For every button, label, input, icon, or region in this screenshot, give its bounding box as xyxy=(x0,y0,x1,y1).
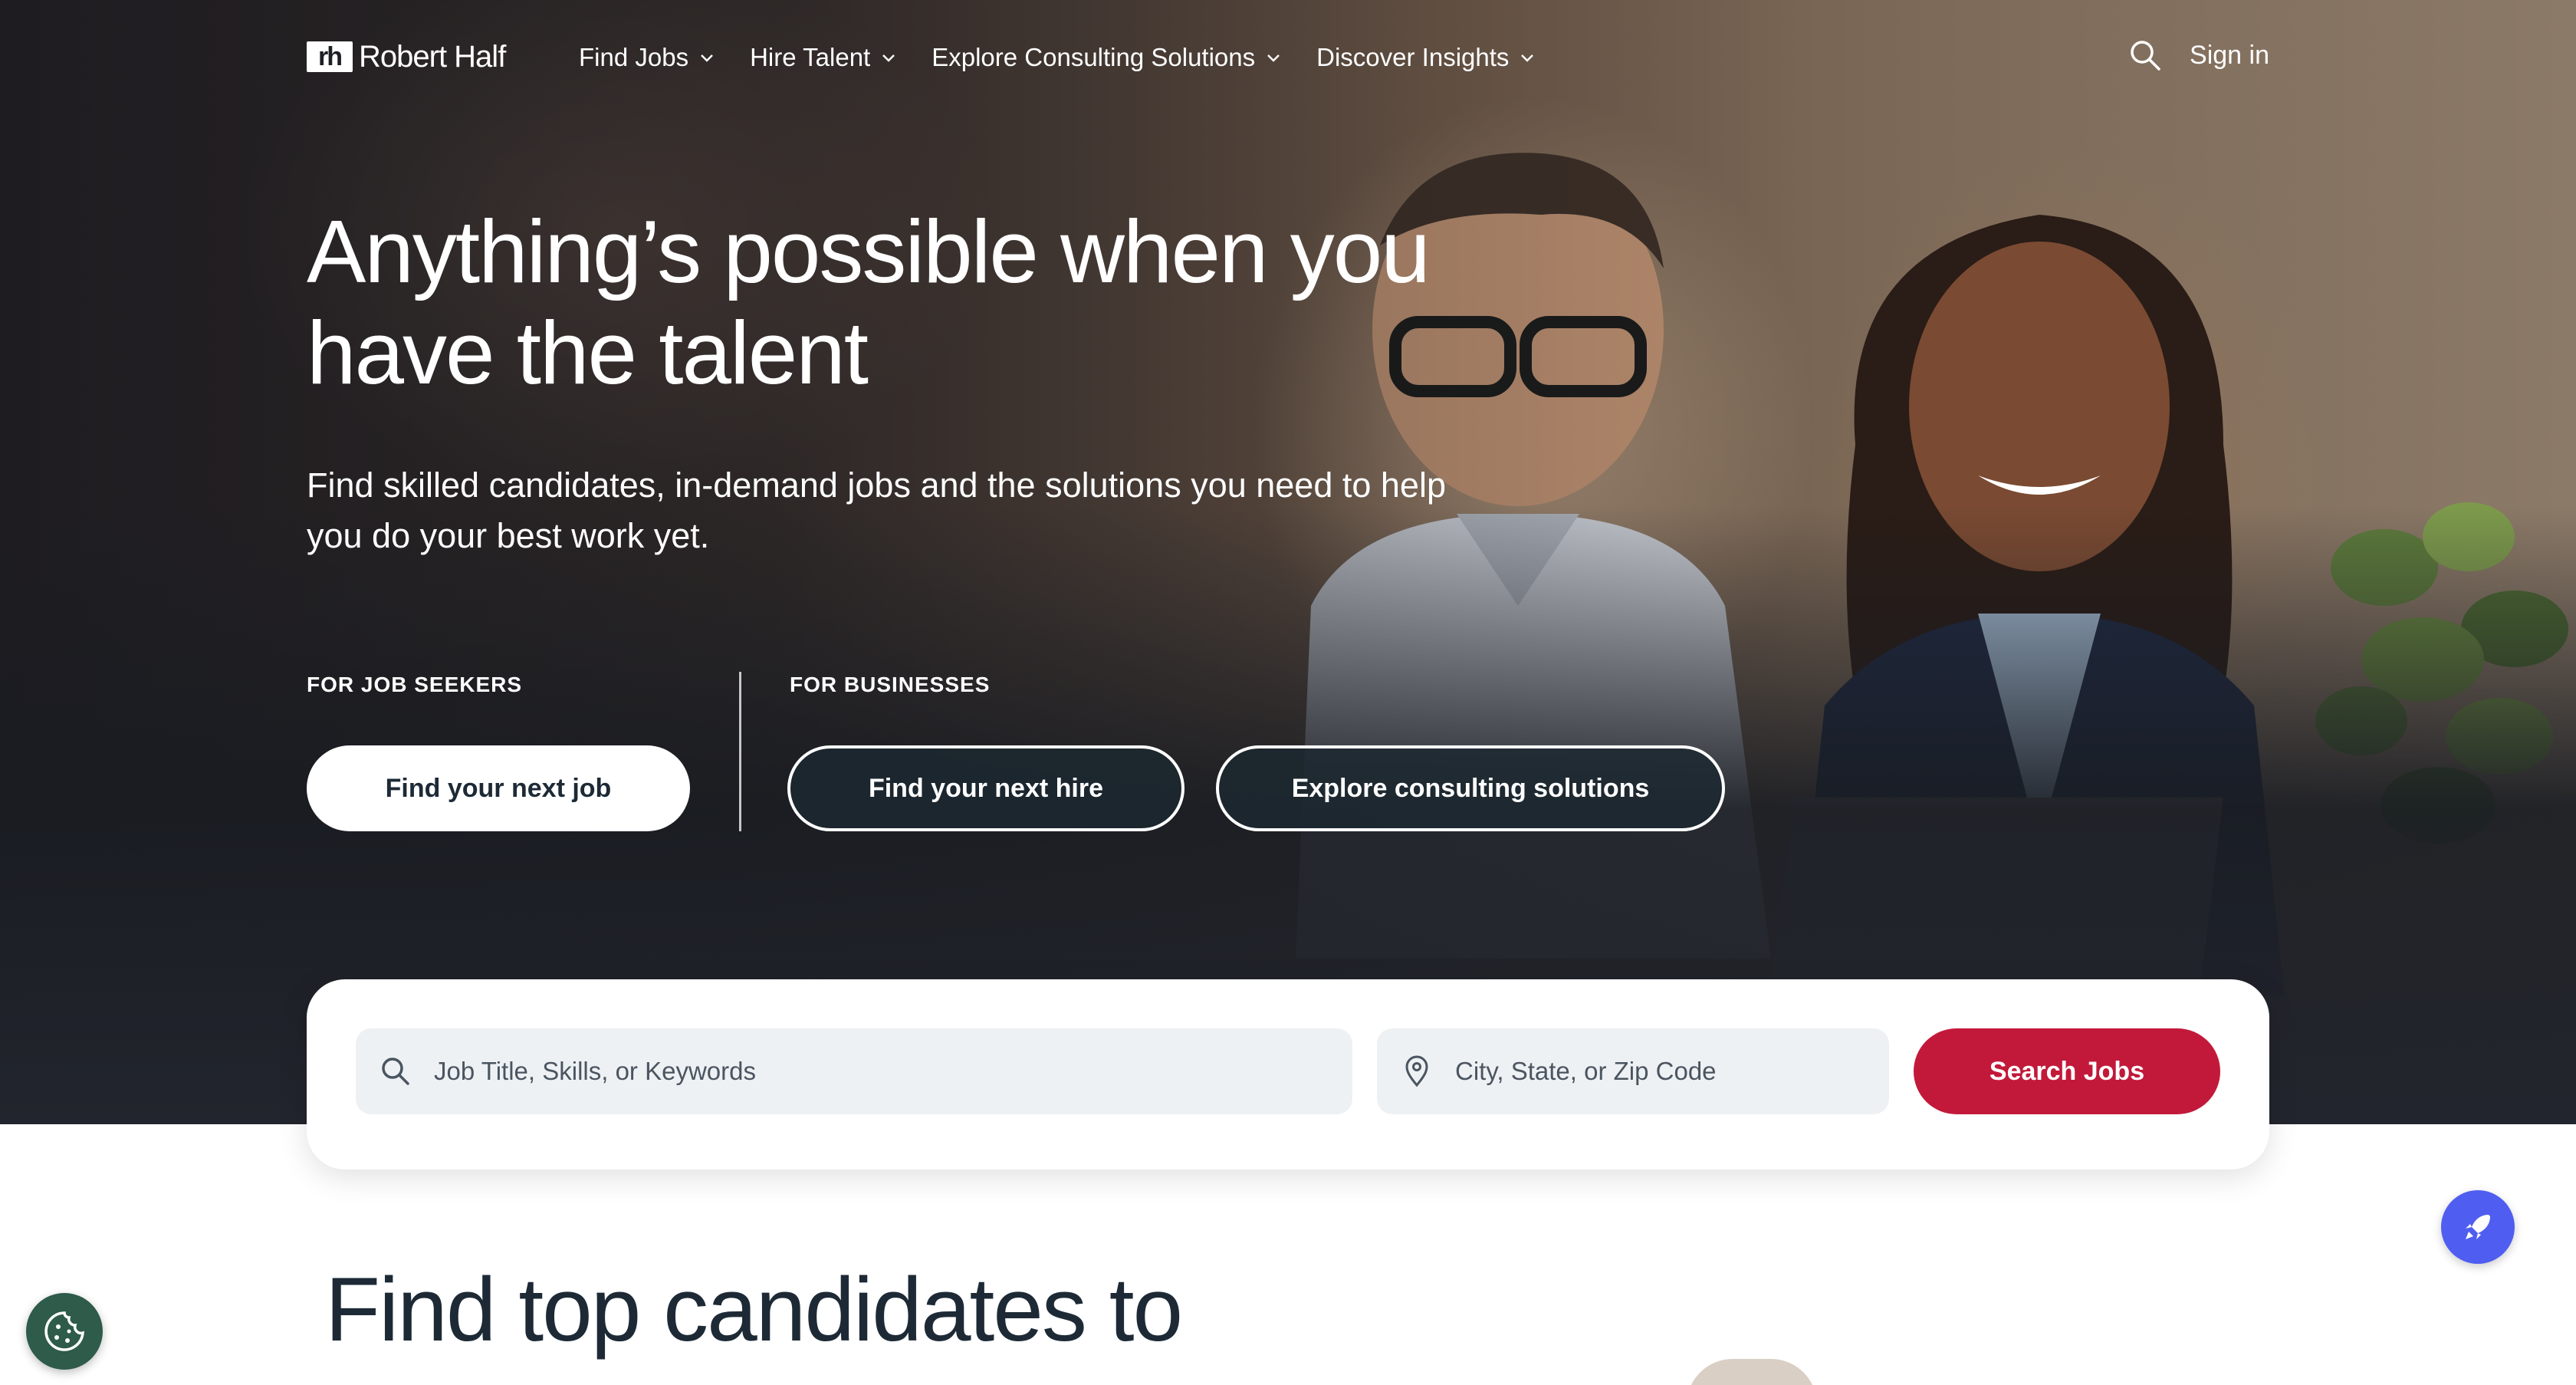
main-nav: Find Jobs Hire Talent Explore Consulting… xyxy=(579,43,1535,72)
location-field[interactable] xyxy=(1377,1028,1889,1114)
hero-title: Anything’s possible when you have the ta… xyxy=(307,202,1431,403)
explore-consulting-button[interactable]: Explore consulting solutions xyxy=(1216,745,1725,831)
keyword-field[interactable] xyxy=(356,1028,1352,1114)
location-pin-icon xyxy=(1405,1055,1428,1087)
site-header: rh Robert Half Find Jobs Hire Talent Exp… xyxy=(0,0,2576,123)
hero-subtitle: Find skilled candidates, in-demand jobs … xyxy=(307,466,1446,555)
cookie-icon xyxy=(44,1311,84,1351)
job-search-card: Search Jobs xyxy=(307,979,2269,1170)
job-seekers-label: FOR JOB SEEKERS xyxy=(307,673,523,696)
nav-label: Explore Consulting Solutions xyxy=(932,43,1256,71)
find-next-job-button[interactable]: Find your next job xyxy=(307,745,690,831)
keyword-input[interactable] xyxy=(434,1057,1231,1086)
logo-mark: rh xyxy=(307,41,353,72)
location-input[interactable] xyxy=(1455,1057,1865,1086)
nav-label: Discover Insights xyxy=(1316,43,1510,71)
rocket-button[interactable] xyxy=(2441,1190,2515,1264)
hero-overlay xyxy=(0,0,2576,1124)
nav-find-jobs[interactable]: Find Jobs xyxy=(579,43,715,72)
nav-label: Hire Talent xyxy=(750,43,871,71)
section-title: Find top candidates to xyxy=(325,1259,1183,1360)
businesses-label: FOR BUSINESSES xyxy=(790,673,991,696)
nav-hire-talent[interactable]: Hire Talent xyxy=(750,43,896,72)
rocket-icon xyxy=(2466,1215,2490,1239)
cookie-settings-button[interactable] xyxy=(26,1293,103,1370)
chevron-down-icon xyxy=(1521,54,1534,62)
chevron-down-icon xyxy=(1267,54,1280,62)
hero-section xyxy=(0,0,2576,1124)
nav-discover-insights[interactable]: Discover Insights xyxy=(1316,43,1535,72)
search-jobs-button[interactable]: Search Jobs xyxy=(1914,1028,2220,1114)
candidate-photo xyxy=(1687,1359,1817,1385)
header-actions: Sign in xyxy=(2128,38,2269,72)
search-icon xyxy=(382,1058,409,1085)
search-icon[interactable] xyxy=(2128,38,2162,72)
find-next-hire-button[interactable]: Find your next hire xyxy=(787,745,1184,831)
robert-half-logo[interactable]: rh Robert Half xyxy=(307,39,506,74)
chevron-down-icon xyxy=(882,54,895,62)
chevron-down-icon xyxy=(701,54,713,62)
nav-explore-consulting[interactable]: Explore Consulting Solutions xyxy=(932,43,1281,72)
nav-label: Find Jobs xyxy=(579,43,689,71)
sign-in-link[interactable]: Sign in xyxy=(2190,41,2269,71)
logo-text: Robert Half xyxy=(359,39,506,74)
section-divider xyxy=(739,672,741,831)
